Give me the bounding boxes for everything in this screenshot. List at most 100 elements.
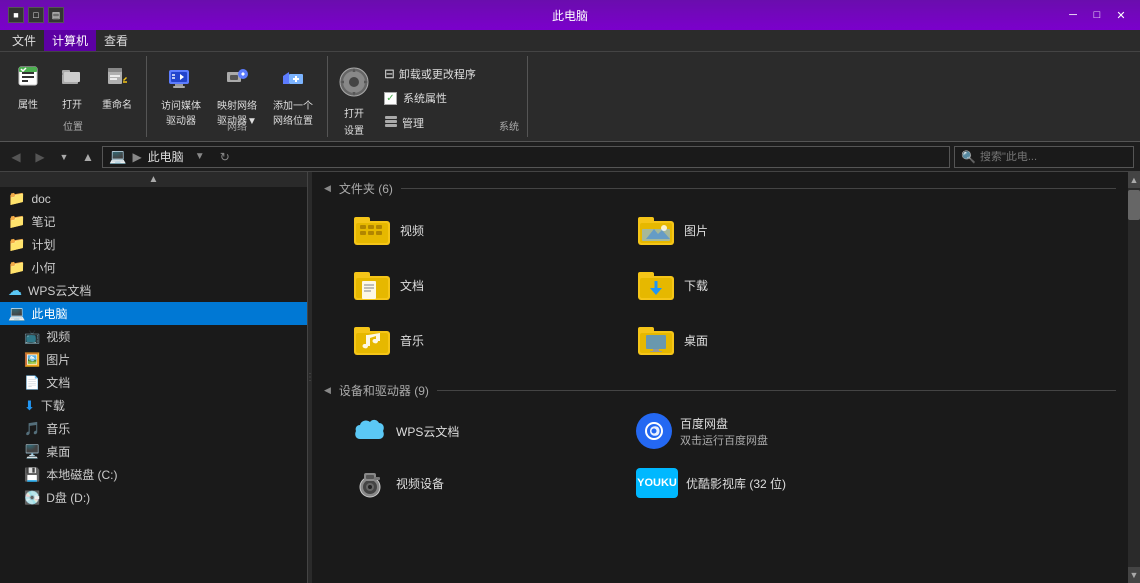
map-network-icon (223, 64, 251, 95)
cloud-icon: ☁ (8, 282, 22, 299)
folder-music-icon (352, 321, 392, 360)
pc-icon: 💻 (8, 305, 25, 322)
add-location-label: 添加一个 网络位置 (273, 97, 313, 127)
sidebar-item-video[interactable]: 📺 视频 (0, 325, 307, 348)
baidu-sub: 双击运行百度网盘 (680, 432, 768, 448)
close-button[interactable]: ✕ (1110, 6, 1132, 24)
scrollbar[interactable]: ▲ ▼ (1128, 172, 1140, 583)
sidebar-item-d-drive[interactable]: 💽 D盘 (D:) (0, 486, 307, 509)
open-system-button[interactable] (336, 64, 372, 103)
folder-documents-icon (352, 266, 392, 305)
sidebar-label-pictures: 图片 (46, 351, 70, 368)
rename-button[interactable]: 重命名 (96, 60, 138, 115)
sidebar-label-plan: 计划 (31, 236, 55, 253)
folder-downloads[interactable]: 下载 (628, 260, 908, 311)
search-box[interactable]: 🔍 (954, 146, 1134, 168)
folders-grid: 视频 图片 (344, 205, 1116, 366)
pc-icon: 💻 (109, 148, 126, 165)
properties-label: 属性 (18, 96, 38, 111)
baidu-label: 百度网盘 双击运行百度网盘 (680, 415, 768, 448)
minimize-button[interactable]: ─ (1062, 6, 1084, 24)
sidebar-item-wps-cloud[interactable]: ☁ WPS云文档 (0, 279, 307, 302)
scroll-up-button[interactable]: ▲ (1128, 172, 1140, 188)
documents-icon: 📄 (24, 375, 40, 391)
add-location-button[interactable]: 添加一个 网络位置 (267, 60, 319, 131)
sidebar-label-music: 音乐 (46, 420, 70, 437)
device-youku[interactable]: YOUKU 优酷影视库 (32 位) (628, 459, 908, 507)
access-media-label: 访问媒体 驱动器 (161, 97, 201, 127)
sidebar-item-desktop[interactable]: 🖥️ 桌面 (0, 440, 307, 463)
folder-video-label: 视频 (400, 222, 424, 239)
network-group-label: 网络 (227, 118, 247, 133)
access-media-button[interactable]: 访问媒体 驱动器 (155, 60, 207, 131)
sidebar-item-this-pc[interactable]: 💻 此电脑 (0, 302, 307, 325)
device-baidu[interactable]: 百度网盘 双击运行百度网盘 (628, 407, 908, 455)
menu-file[interactable]: 文件 (4, 30, 44, 51)
folder-pictures-label: 图片 (684, 222, 708, 239)
sidebar-item-notes[interactable]: 📁 笔记 (0, 210, 307, 233)
back-button[interactable]: ◀ (6, 147, 26, 167)
folder-video-icon (352, 211, 392, 250)
folder-music[interactable]: 音乐 (344, 315, 624, 366)
scroll-down-button[interactable]: ▼ (1128, 567, 1140, 583)
dropdown-button[interactable]: ▼ (54, 147, 74, 167)
address-dropdown[interactable]: ▼ (190, 151, 210, 162)
camera-icon (352, 465, 388, 501)
maximize-button[interactable]: □ (1086, 6, 1108, 24)
folders-section-title: 文件夹 (6) (339, 180, 393, 197)
system-settings-label[interactable]: 设置 (344, 122, 364, 137)
sidebar-item-plan[interactable]: 📁 计划 (0, 233, 307, 256)
sidebar-item-documents[interactable]: 📄 文档 (0, 371, 307, 394)
folder-pictures-icon (636, 211, 676, 250)
search-input[interactable] (980, 151, 1110, 163)
sidebar-item-music[interactable]: 🎵 音乐 (0, 417, 307, 440)
sidebar-item-doc[interactable]: 📁 doc (0, 187, 307, 210)
forward-button[interactable]: ▶ (30, 147, 50, 167)
system-group-label: 系统 (499, 118, 519, 133)
system-icon-2: □ (28, 7, 44, 23)
folder-documents-label: 文档 (400, 277, 424, 294)
wps-cloud-icon (352, 413, 388, 449)
folder-desktop[interactable]: 桌面 (628, 315, 908, 366)
manage-button[interactable]: 管理 (380, 112, 480, 133)
folder-pictures[interactable]: 图片 (628, 205, 908, 256)
folder-desktop-icon (636, 321, 676, 360)
uninstall-button[interactable]: ⊟ 卸载或更改程序 (380, 64, 480, 84)
properties-button[interactable]: 属性 (8, 60, 48, 115)
sidebar-item-local-c[interactable]: 💾 本地磁盘 (C:) (0, 463, 307, 486)
device-wps-cloud[interactable]: WPS云文档 (344, 407, 624, 455)
folder-documents[interactable]: 文档 (344, 260, 624, 311)
open-button[interactable]: 打开 (52, 60, 92, 115)
baidu-name: 百度网盘 (680, 415, 768, 432)
sidebar-item-downloads[interactable]: ⬇ 下载 (0, 394, 307, 417)
uninstall-icon: ⊟ (384, 66, 395, 82)
camera-label: 视频设备 (396, 475, 444, 492)
sidebar-label-downloads: 下载 (41, 397, 65, 414)
system-icon-1: ■ (8, 7, 24, 23)
search-icon: 🔍 (961, 150, 976, 164)
wps-cloud-name: WPS云文档 (396, 423, 459, 440)
titlebar: ■ □ ▤ 此电脑 ─ □ ✕ (0, 0, 1140, 30)
refresh-button[interactable]: ↻ (216, 150, 234, 164)
location-group-label: 位置 (63, 118, 83, 133)
menu-computer[interactable]: 计算机 (44, 30, 96, 51)
up-button[interactable]: ▲ (78, 147, 98, 167)
device-camera[interactable]: 视频设备 (344, 459, 624, 507)
sidebar-label-doc: doc (31, 192, 50, 206)
add-location-icon (279, 64, 307, 95)
folder-downloads-icon (636, 266, 676, 305)
system-props-button[interactable]: ✓ 系统属性 (380, 88, 480, 108)
system-open-label[interactable]: 打开 (344, 105, 364, 120)
folder-icon: 📁 (8, 213, 25, 230)
sidebar-label-wps: WPS云文档 (28, 282, 91, 299)
address-text: 此电脑 (148, 148, 184, 165)
sidebar-item-pictures[interactable]: 🖼️ 图片 (0, 348, 307, 371)
sidebar-item-xiaohe[interactable]: 📁 小何 (0, 256, 307, 279)
titlebar-system-icons: ■ □ ▤ (8, 7, 64, 23)
folder-video[interactable]: 视频 (344, 205, 624, 256)
menu-view[interactable]: 查看 (96, 30, 136, 51)
checkbox-system-props: ✓ (384, 92, 397, 105)
sidebar-label-this-pc: 此电脑 (31, 305, 67, 322)
scroll-thumb[interactable] (1128, 190, 1140, 220)
drive-d-icon: 💽 (24, 490, 40, 506)
